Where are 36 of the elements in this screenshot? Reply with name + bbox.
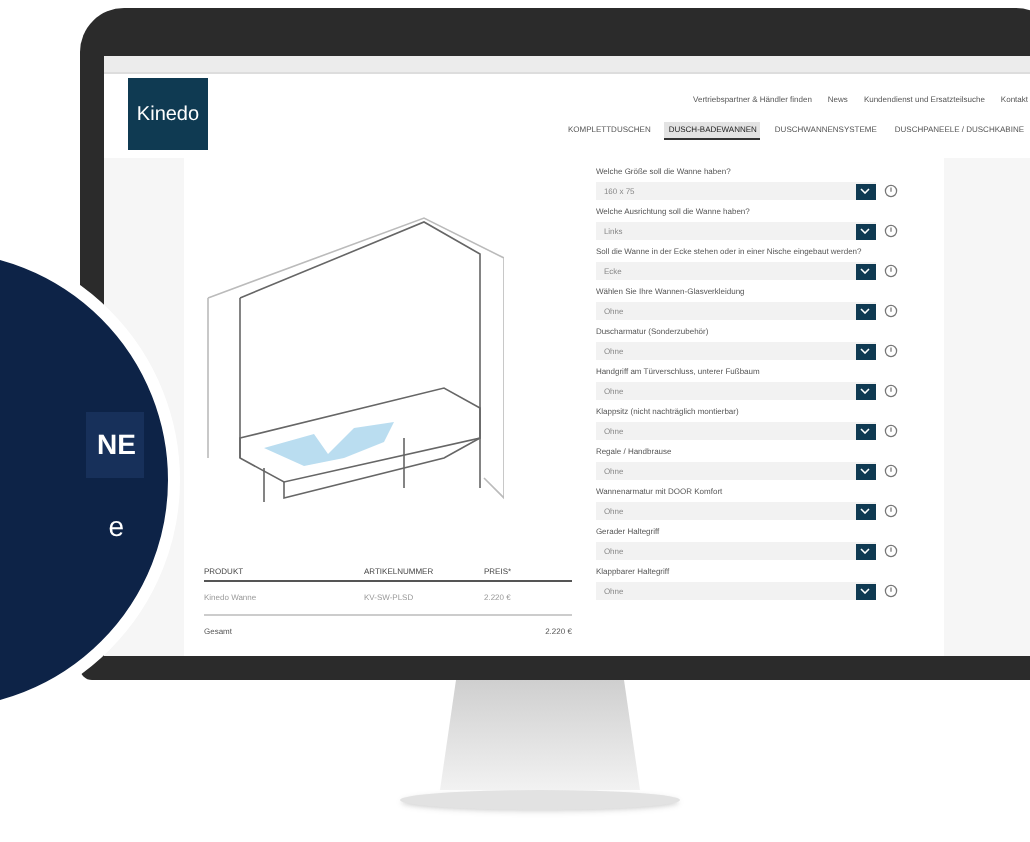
chevron-down-icon <box>860 228 871 234</box>
help-icon[interactable] <box>883 464 898 478</box>
dropdown-button[interactable] <box>855 503 876 519</box>
chevron-down-icon <box>860 348 871 354</box>
chevron-down-icon <box>860 188 871 194</box>
dropdown-button[interactable] <box>855 183 876 199</box>
badge-text: e <box>108 508 126 546</box>
help-icon[interactable] <box>883 584 898 598</box>
dropdown-button[interactable] <box>855 583 876 599</box>
help-icon[interactable] <box>883 304 898 318</box>
dropdown-button[interactable] <box>855 223 876 239</box>
dropdown-button[interactable] <box>855 383 876 399</box>
dropdown-button[interactable] <box>855 543 876 559</box>
dropdown-button[interactable] <box>855 343 876 359</box>
help-icon[interactable] <box>883 544 898 558</box>
dropdown-button[interactable] <box>855 463 876 479</box>
dropdown-button[interactable] <box>855 423 876 439</box>
chevron-down-icon <box>860 388 871 394</box>
help-icon[interactable] <box>883 264 898 278</box>
chevron-down-icon <box>860 588 871 594</box>
chevron-down-icon <box>860 308 871 314</box>
dropdown-button[interactable] <box>855 303 876 319</box>
help-icon[interactable] <box>883 504 898 518</box>
help-icon[interactable] <box>883 224 898 238</box>
chevron-down-icon <box>860 428 871 434</box>
dropdown-button[interactable] <box>855 263 876 279</box>
badge-heading: NE <box>85 412 144 478</box>
chevron-down-icon <box>860 268 871 274</box>
help-icon[interactable] <box>883 384 898 398</box>
logo[interactable]: Kinedo <box>128 78 208 150</box>
help-icon[interactable] <box>883 344 898 358</box>
chevron-down-icon <box>860 548 871 554</box>
help-icon[interactable] <box>883 424 898 438</box>
chevron-down-icon <box>860 468 871 474</box>
help-icon[interactable] <box>883 184 898 198</box>
chevron-down-icon <box>860 508 871 514</box>
